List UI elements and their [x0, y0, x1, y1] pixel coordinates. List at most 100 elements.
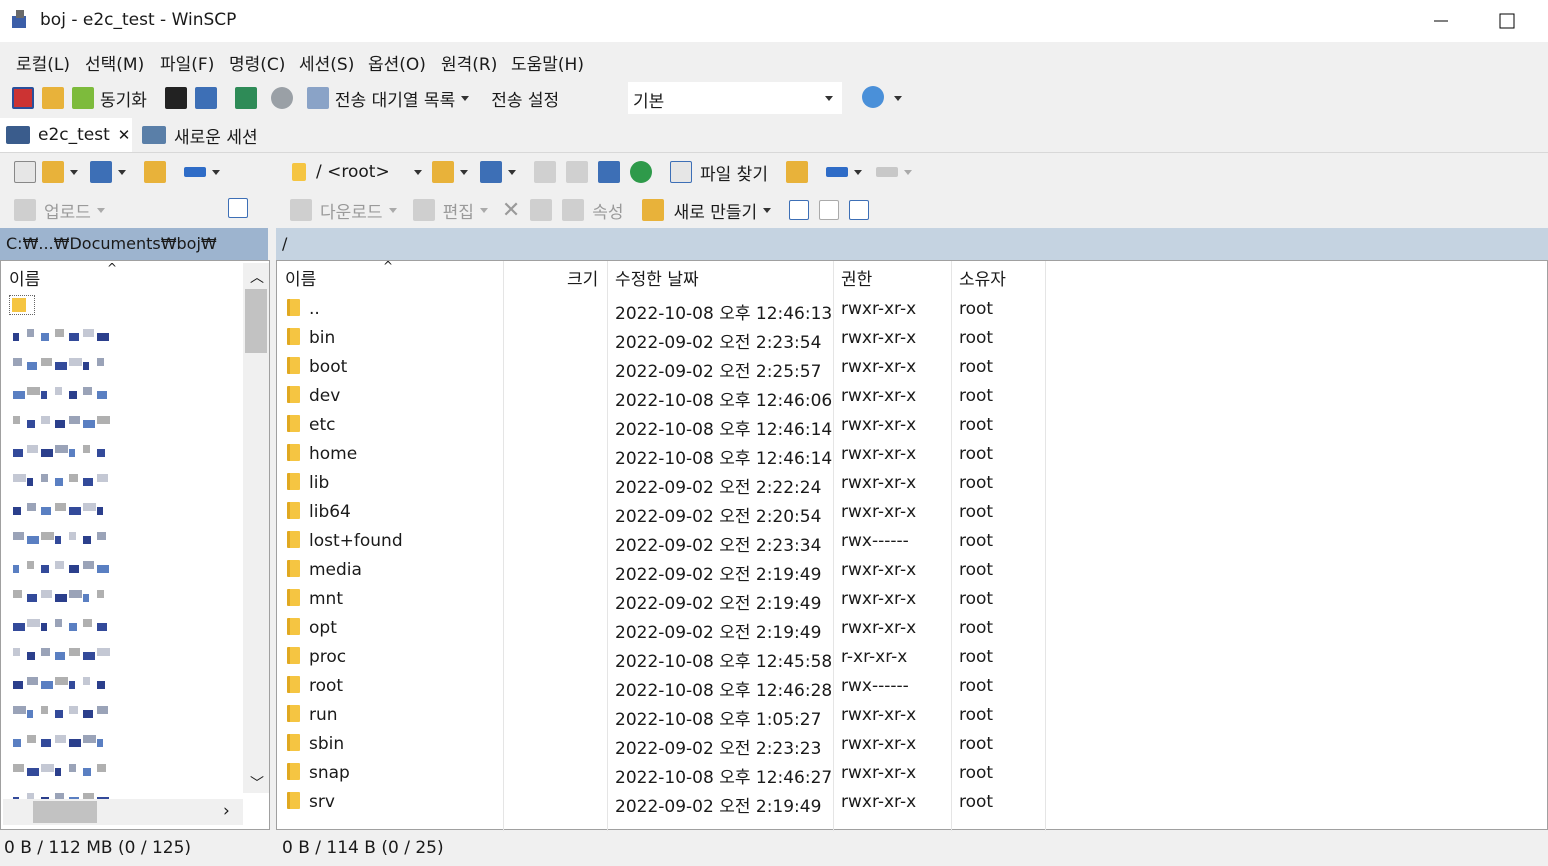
- menu-command[interactable]: 명령(C): [229, 50, 285, 75]
- new-button[interactable]: 새로 만들기: [674, 198, 758, 223]
- compare-icon[interactable]: [12, 87, 34, 109]
- list-item[interactable]: [13, 586, 113, 606]
- chevron-down-icon[interactable]: [118, 169, 126, 175]
- chevron-down-icon[interactable]: [763, 207, 772, 213]
- gear-icon[interactable]: [270, 87, 293, 109]
- table-row[interactable]: srv 2022-09-02 오전 2:19:49 rwxr-xr-x root: [277, 788, 1047, 817]
- chevron-down-icon[interactable]: [96, 207, 105, 213]
- scroll-thumb[interactable]: [33, 801, 97, 823]
- list-item[interactable]: [13, 673, 113, 693]
- table-row[interactable]: boot 2022-09-02 오전 2:25:57 rwxr-xr-x root: [277, 353, 1047, 382]
- parent-dir-item[interactable]: [9, 295, 35, 315]
- terminal-icon[interactable]: [164, 87, 187, 109]
- table-row[interactable]: sbin 2022-09-02 오전 2:23:23 rwxr-xr-x root: [277, 730, 1047, 759]
- scroll-thumb[interactable]: [245, 289, 267, 353]
- sync-icon[interactable]: [72, 87, 94, 109]
- globe-icon[interactable]: [862, 86, 884, 108]
- local-col-name[interactable]: 이름: [9, 265, 40, 290]
- tree-icon[interactable]: [785, 161, 808, 183]
- chevron-down-icon[interactable]: [479, 207, 488, 213]
- open-folder-icon[interactable]: [42, 161, 64, 183]
- maximize-icon[interactable]: [1496, 10, 1518, 32]
- chevron-down-icon[interactable]: [70, 169, 78, 175]
- local-horizontal-scrollbar[interactable]: ›: [3, 799, 243, 825]
- back-arrow-icon[interactable]: [825, 167, 848, 177]
- table-row[interactable]: lost+found 2022-09-02 오전 2:23:34 rwx------…: [277, 527, 1047, 556]
- list-item[interactable]: [13, 354, 113, 374]
- filter-icon[interactable]: [90, 161, 112, 183]
- delete-icon[interactable]: ✕: [502, 198, 520, 223]
- chevron-right-icon[interactable]: ›: [223, 801, 230, 821]
- table-row[interactable]: bin 2022-09-02 오전 2:23:54 rwxr-xr-x root: [277, 324, 1047, 353]
- table-row[interactable]: mnt 2022-09-02 오전 2:19:49 rwxr-xr-x root: [277, 585, 1047, 614]
- chevron-down-icon[interactable]: ﹀: [250, 773, 264, 793]
- col-modified[interactable]: 수정한 날짜: [615, 265, 699, 290]
- properties-button[interactable]: 속성: [592, 198, 623, 223]
- menu-select[interactable]: 선택(M): [85, 50, 144, 75]
- filter-icon[interactable]: [480, 161, 502, 183]
- open-folder-icon[interactable]: [432, 161, 454, 183]
- chevron-down-icon[interactable]: [508, 169, 516, 175]
- putty-icon[interactable]: [194, 87, 217, 109]
- menu-remote[interactable]: 원격(R): [441, 50, 497, 75]
- menu-help[interactable]: 도움말(H): [511, 50, 584, 75]
- list-item[interactable]: [13, 412, 113, 432]
- list-item[interactable]: [13, 557, 113, 577]
- list-item[interactable]: [13, 325, 113, 345]
- globe-dropdown-icon[interactable]: [894, 96, 902, 101]
- table-row[interactable]: root 2022-10-08 오후 12:46:28 rwx------ root: [277, 672, 1047, 701]
- chevron-up-icon[interactable]: ︿: [250, 267, 264, 287]
- synchronize-browse-icon[interactable]: [42, 87, 64, 109]
- menu-options[interactable]: 옵션(O): [368, 50, 426, 75]
- list-item[interactable]: [13, 499, 113, 519]
- menu-session[interactable]: 세션(S): [299, 50, 354, 75]
- chevron-down-icon[interactable]: [388, 207, 397, 213]
- local-file-list[interactable]: [1, 317, 241, 805]
- chevron-down-icon[interactable]: [212, 169, 220, 175]
- chevron-down-icon[interactable]: [853, 169, 862, 175]
- queue-button[interactable]: 전송 대기열 목록: [335, 86, 455, 111]
- chevron-down-icon[interactable]: [460, 169, 468, 175]
- parent-folder-icon[interactable]: [144, 161, 166, 183]
- menu-file[interactable]: 파일(F): [160, 50, 214, 75]
- remote-path-select[interactable]: / <root>: [292, 157, 422, 187]
- close-icon[interactable]: ✕: [118, 126, 131, 144]
- menu-local[interactable]: 로컬(L): [16, 50, 70, 75]
- list-item[interactable]: [13, 383, 113, 403]
- tab-new-session[interactable]: 새로운 세션: [138, 118, 258, 152]
- col-owner[interactable]: 소유자: [959, 265, 1006, 290]
- filter-mask-icon[interactable]: [849, 200, 870, 220]
- home-icon[interactable]: [598, 161, 620, 183]
- list-item[interactable]: [13, 441, 113, 461]
- add-icon[interactable]: [228, 198, 248, 218]
- back-arrow-icon[interactable]: [184, 167, 206, 177]
- col-size[interactable]: 크기: [567, 265, 598, 290]
- queue-dropdown-icon[interactable]: [461, 95, 470, 101]
- sync-button[interactable]: 동기화: [100, 86, 147, 111]
- refresh-icon[interactable]: [630, 161, 652, 183]
- list-item[interactable]: [13, 760, 113, 780]
- find-files-button[interactable]: 파일 찾기: [700, 160, 768, 185]
- list-item[interactable]: [13, 731, 113, 751]
- minimize-icon[interactable]: [1430, 10, 1452, 32]
- col-rights[interactable]: 권한: [841, 265, 872, 290]
- table-row[interactable]: lib64 2022-09-02 오전 2:20:54 rwxr-xr-x root: [277, 498, 1047, 527]
- table-row[interactable]: snap 2022-10-08 오후 12:46:27 rwxr-xr-x root: [277, 759, 1047, 788]
- table-row[interactable]: opt 2022-09-02 오전 2:19:49 rwxr-xr-x root: [277, 614, 1047, 643]
- list-item[interactable]: [13, 470, 113, 490]
- table-row[interactable]: home 2022-10-08 오후 12:46:14 rwxr-xr-x root: [277, 440, 1047, 469]
- table-row[interactable]: etc 2022-10-08 오후 12:46:14 rwxr-xr-x root: [277, 411, 1047, 440]
- list-item[interactable]: [13, 644, 113, 664]
- list-item[interactable]: [13, 615, 113, 635]
- table-row[interactable]: lib 2022-09-02 오전 2:22:24 rwxr-xr-x root: [277, 469, 1047, 498]
- refresh-icon[interactable]: [234, 87, 257, 109]
- table-row[interactable]: run 2022-10-08 오후 1:05:27 rwxr-xr-x root: [277, 701, 1047, 730]
- upload-button[interactable]: 업로드: [44, 198, 91, 223]
- list-item[interactable]: [13, 528, 113, 548]
- table-row[interactable]: media 2022-09-02 오전 2:19:49 rwxr-xr-x root: [277, 556, 1047, 585]
- table-row[interactable]: .. 2022-10-08 오후 12:46:13 rwxr-xr-x root: [277, 295, 1047, 324]
- download-button[interactable]: 다운로드: [320, 198, 383, 223]
- local-drive-icon[interactable]: [14, 161, 36, 183]
- list-item[interactable]: [13, 702, 113, 722]
- table-row[interactable]: proc 2022-10-08 오후 12:45:58 r-xr-xr-x root: [277, 643, 1047, 672]
